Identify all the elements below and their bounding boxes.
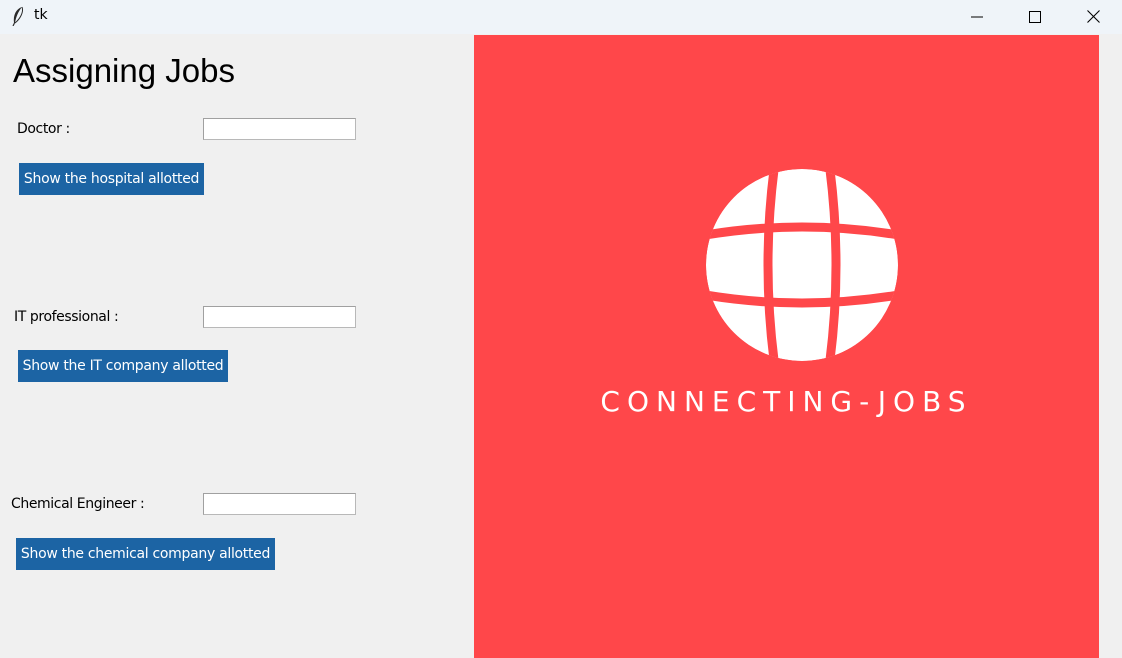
window-background-strip bbox=[1099, 35, 1122, 658]
close-icon bbox=[1086, 8, 1100, 27]
chemical-engineer-label: Chemical Engineer : bbox=[11, 496, 145, 512]
show-chemical-company-button[interactable]: Show the chemical company allotted bbox=[16, 538, 275, 570]
it-professional-label: IT professional : bbox=[14, 309, 119, 325]
close-button[interactable] bbox=[1064, 0, 1122, 34]
app-window: tk Assigning Jobs Doctor : Show the hosp… bbox=[0, 0, 1122, 658]
it-professional-input[interactable] bbox=[203, 306, 356, 328]
doctor-label: Doctor : bbox=[17, 121, 70, 137]
page-title: Assigning Jobs bbox=[13, 52, 235, 89]
globe-icon bbox=[704, 165, 900, 365]
logo-text: CONNECTING-JOBS bbox=[600, 385, 973, 418]
minimize-icon bbox=[971, 8, 983, 27]
logo-image: CONNECTING-JOBS bbox=[474, 35, 1099, 658]
show-hospital-button[interactable]: Show the hospital allotted bbox=[19, 163, 204, 195]
chemical-engineer-input[interactable] bbox=[203, 493, 356, 515]
title-bar[interactable]: tk bbox=[0, 0, 1122, 34]
doctor-input[interactable] bbox=[203, 118, 356, 140]
minimize-button[interactable] bbox=[948, 0, 1006, 34]
window-title: tk bbox=[34, 7, 48, 23]
feather-icon bbox=[10, 6, 26, 27]
show-it-company-button[interactable]: Show the IT company allotted bbox=[18, 350, 228, 382]
maximize-button[interactable] bbox=[1006, 0, 1064, 34]
maximize-icon bbox=[1029, 8, 1041, 27]
